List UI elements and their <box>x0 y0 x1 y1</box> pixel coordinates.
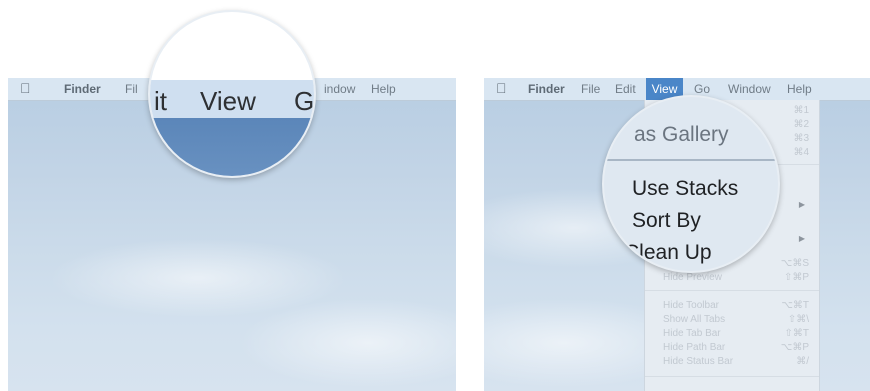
menu-go[interactable]: Go <box>694 82 710 96</box>
apple-logo-icon[interactable]:  <box>20 80 31 96</box>
apple-logo-icon[interactable]:  <box>496 80 507 96</box>
shortcut-as-gallery: ⌘4 <box>793 147 809 158</box>
shortcut-clean-up: ⌥⌘S <box>780 258 809 269</box>
menu-window-fragment[interactable]: indow <box>324 82 355 96</box>
shortcut-hide-tab-bar: ⇧⌘T <box>784 328 810 339</box>
magnified-clean-up[interactable]: Clean Up <box>624 241 712 265</box>
magnified-view-label[interactable]: View <box>200 86 256 117</box>
shortcut-show-all-tabs: ⇧⌘\ <box>787 314 809 325</box>
triangle-right-icon: ▶ <box>798 200 805 209</box>
menu-window[interactable]: Window <box>728 82 771 96</box>
shortcut-hide-path-bar: ⌥⌘P <box>780 342 809 353</box>
shortcut-as-columns: ⌘3 <box>793 133 809 144</box>
shortcut-hide-preview: ⇧⌘P <box>783 272 809 283</box>
magnified-use-stacks[interactable]: Use Stacks <box>632 177 738 201</box>
triangle-right-icon: ▶ <box>798 234 805 243</box>
magnifier-use-stacks: as Gallery Use Stacks Sort By Clean Up <box>602 95 780 273</box>
magnified-edit-fragment: it <box>154 86 167 116</box>
menu-item-hide-toolbar[interactable]: Hide Toolbar <box>663 300 719 311</box>
menu-item-hide-tab-bar[interactable]: Hide Tab Bar <box>663 328 721 339</box>
menu-help[interactable]: Help <box>787 82 812 96</box>
menu-item-hide-status-bar[interactable]: Hide Status Bar <box>663 356 733 367</box>
magnified-separator <box>604 159 778 161</box>
shortcut-hide-toolbar: ⌥⌘T <box>781 300 809 311</box>
menu-item-show-all-tabs[interactable]: Show All Tabs <box>663 314 725 325</box>
menu-finder[interactable]: Finder <box>64 82 101 96</box>
magnified-as-gallery[interactable]: as Gallery <box>634 123 729 147</box>
menu-file[interactable]: File <box>581 82 600 96</box>
magnifier-view-menu: it View G <box>148 10 316 178</box>
shortcut-as-icons: ⌘1 <box>793 105 809 116</box>
shortcut-hide-status-bar: ⌘/ <box>796 356 809 367</box>
shortcut-as-list: ⌘2 <box>793 119 809 130</box>
menu-item-hide-path-bar[interactable]: Hide Path Bar <box>663 342 725 353</box>
menu-separator <box>645 290 819 291</box>
menu-finder[interactable]: Finder <box>528 82 565 96</box>
menu-edit[interactable]: Edit <box>615 82 636 96</box>
magnified-go-fragment: G <box>294 86 315 116</box>
magnified-sort-by[interactable]: Sort By <box>632 209 701 233</box>
menu-file-fragment[interactable]: Fil <box>125 82 138 96</box>
menu-item-hide-preview[interactable]: Hide Preview <box>663 272 722 283</box>
menu-help[interactable]: Help <box>371 82 396 96</box>
menu-separator <box>645 376 819 377</box>
magnified-view-highlight <box>150 118 314 176</box>
